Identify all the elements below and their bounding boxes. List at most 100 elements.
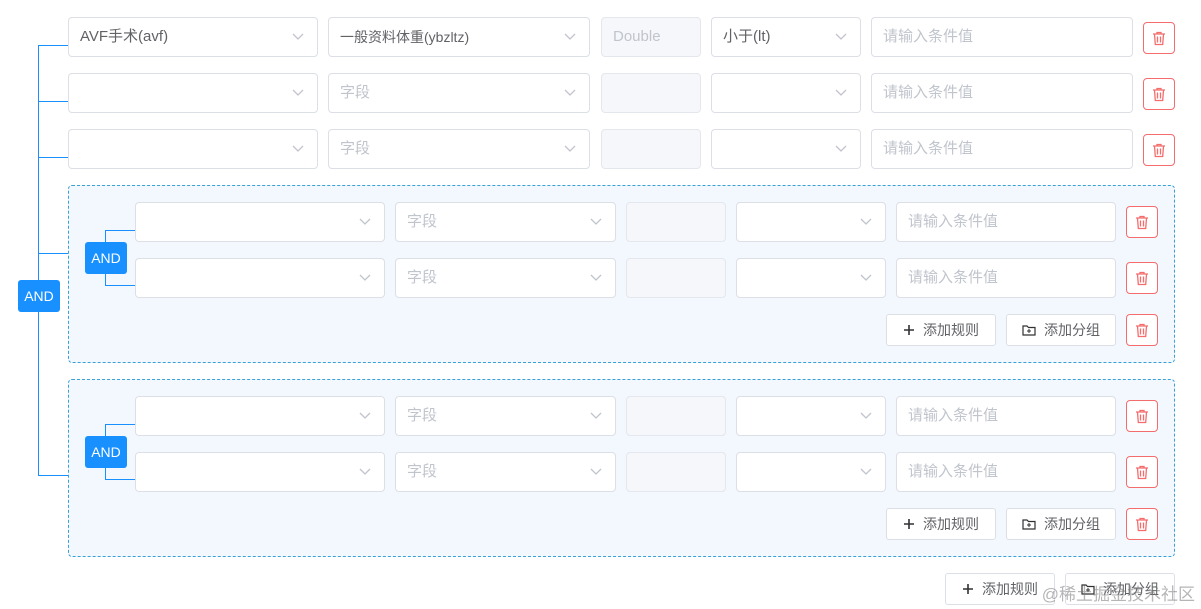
watermark: @稀土掘金技术社区 bbox=[1041, 585, 1195, 604]
trash-icon bbox=[1136, 517, 1148, 531]
row-3-operator-select[interactable] bbox=[711, 129, 861, 169]
row-2-delete-button[interactable] bbox=[1143, 78, 1175, 110]
chevron-down-icon bbox=[358, 203, 372, 241]
group-2-delete-button[interactable] bbox=[1126, 508, 1158, 540]
folder-icon bbox=[1022, 325, 1036, 336]
chevron-down-icon bbox=[589, 203, 603, 241]
group-2-add-group-label: 添加分组 bbox=[1044, 516, 1100, 532]
group-1-row-2-value-placeholder: 请输入条件值 bbox=[908, 269, 999, 286]
group-2-row-1-operator-select[interactable] bbox=[736, 396, 886, 436]
chevron-down-icon bbox=[589, 453, 603, 491]
row-3-field-select[interactable] bbox=[68, 129, 318, 169]
trash-icon bbox=[1136, 409, 1148, 423]
root-operator-button[interactable]: AND bbox=[18, 280, 60, 312]
group-2-row-1-field-select[interactable] bbox=[135, 396, 385, 436]
row-1-operator-select[interactable]: 小于(lt) bbox=[711, 17, 861, 57]
row-2-subfield-placeholder: 字段 bbox=[340, 84, 371, 101]
group-1-row-2-subfield-placeholder: 字段 bbox=[407, 269, 438, 286]
row-1-subfield-select[interactable]: 一般资料体重(ybzltz) bbox=[328, 17, 590, 57]
root-connector-row-3 bbox=[38, 157, 68, 158]
group-2-row-1-subfield-select[interactable]: 字段 bbox=[395, 396, 616, 436]
row-1-field-value: AVF手术(avf) bbox=[80, 28, 169, 45]
row-3-value-input[interactable]: 请输入条件值 bbox=[871, 129, 1133, 169]
row-2-type-display bbox=[601, 73, 701, 113]
row-1-field-select[interactable]: AVF手术(avf) bbox=[68, 17, 318, 57]
chevron-down-icon bbox=[834, 18, 848, 56]
plus-icon bbox=[963, 584, 973, 594]
group-1-row-2-type-display bbox=[626, 258, 726, 298]
group-2-row-2-subfield-select[interactable]: 字段 bbox=[395, 452, 616, 492]
group-1-add-group-label: 添加分组 bbox=[1044, 322, 1100, 338]
chevron-down-icon bbox=[358, 259, 372, 297]
group-2-add-group-button[interactable]: 添加分组 bbox=[1006, 508, 1116, 540]
root-connector-group-1 bbox=[38, 253, 68, 254]
group-2-row-1-type-display bbox=[626, 396, 726, 436]
group-2-row-1-subfield-placeholder: 字段 bbox=[407, 407, 438, 424]
root-connector-group-2 bbox=[38, 475, 68, 476]
group-2-operator-button[interactable]: AND bbox=[85, 436, 127, 468]
row-1-subfield-value: 一般资料体重(ybzltz) bbox=[340, 29, 470, 45]
group-1-row-2-field-select[interactable] bbox=[135, 258, 385, 298]
chevron-down-icon bbox=[589, 397, 603, 435]
group-2-row-2-subfield-placeholder: 字段 bbox=[407, 463, 438, 480]
chevron-down-icon bbox=[859, 453, 873, 491]
trash-icon bbox=[1153, 31, 1165, 45]
group-1-operator-button[interactable]: AND bbox=[85, 242, 127, 274]
chevron-down-icon bbox=[563, 130, 577, 168]
group-1-row-2-delete-button[interactable] bbox=[1126, 262, 1158, 294]
chevron-down-icon bbox=[563, 74, 577, 112]
group-1-add-group-button[interactable]: 添加分组 bbox=[1006, 314, 1116, 346]
chevron-down-icon bbox=[291, 18, 305, 56]
group-1-row-1-subfield-select[interactable]: 字段 bbox=[395, 202, 616, 242]
group-1-add-rule-label: 添加规则 bbox=[923, 322, 979, 338]
group-1-row-1-type-display bbox=[626, 202, 726, 242]
row-2-value-input[interactable]: 请输入条件值 bbox=[871, 73, 1133, 113]
group-2-add-rule-button[interactable]: 添加规则 bbox=[886, 508, 996, 540]
group-1-row-1-field-select[interactable] bbox=[135, 202, 385, 242]
chevron-down-icon bbox=[589, 259, 603, 297]
group-1-row-2-value-input[interactable]: 请输入条件值 bbox=[896, 258, 1116, 298]
root-connector-row-2 bbox=[38, 101, 68, 102]
row-1-type-display: Double bbox=[601, 17, 701, 57]
group-2-row-1-delete-button[interactable] bbox=[1126, 400, 1158, 432]
group-2-row-2-delete-button[interactable] bbox=[1126, 456, 1158, 488]
chevron-down-icon bbox=[358, 453, 372, 491]
row-3-subfield-select[interactable]: 字段 bbox=[328, 129, 590, 169]
row-1-value-placeholder: 请输入条件值 bbox=[883, 28, 974, 45]
group-2-row-1-value-input[interactable]: 请输入条件值 bbox=[896, 396, 1116, 436]
row-1-value-input[interactable]: 请输入条件值 bbox=[871, 17, 1133, 57]
row-2-field-select[interactable] bbox=[68, 73, 318, 113]
row-2-operator-select[interactable] bbox=[711, 73, 861, 113]
row-1-delete-button[interactable] bbox=[1143, 22, 1175, 54]
root-connector-row-1 bbox=[38, 45, 68, 46]
group-2-row-2-field-select[interactable] bbox=[135, 452, 385, 492]
group-1-row-1-value-input[interactable]: 请输入条件值 bbox=[896, 202, 1116, 242]
group-1-row-1-delete-button[interactable] bbox=[1126, 206, 1158, 238]
chevron-down-icon bbox=[834, 74, 848, 112]
group-1-add-rule-button[interactable]: 添加规则 bbox=[886, 314, 996, 346]
group-1-row-2-operator-select[interactable] bbox=[736, 258, 886, 298]
trash-icon bbox=[1136, 271, 1148, 285]
chevron-down-icon bbox=[291, 130, 305, 168]
root-connector-vertical bbox=[38, 45, 39, 475]
row-3-delete-button[interactable] bbox=[1143, 134, 1175, 166]
trash-icon bbox=[1153, 143, 1165, 157]
chevron-down-icon bbox=[291, 74, 305, 112]
group-1-row-1-value-placeholder: 请输入条件值 bbox=[908, 213, 999, 230]
chevron-down-icon bbox=[834, 130, 848, 168]
chevron-down-icon bbox=[358, 397, 372, 435]
row-2-subfield-select[interactable]: 字段 bbox=[328, 73, 590, 113]
plus-icon bbox=[904, 325, 914, 335]
chevron-down-icon bbox=[563, 18, 577, 56]
group-2-add-rule-label: 添加规则 bbox=[923, 516, 979, 532]
group-1-row-1-subfield-placeholder: 字段 bbox=[407, 213, 438, 230]
group-1-row-2-subfield-select[interactable]: 字段 bbox=[395, 258, 616, 298]
root-add-rule-label: 添加规则 bbox=[982, 581, 1038, 597]
folder-icon bbox=[1022, 519, 1036, 530]
group-2-row-2-operator-select[interactable] bbox=[736, 452, 886, 492]
root-add-rule-button[interactable]: 添加规则 bbox=[945, 573, 1055, 605]
trash-icon bbox=[1153, 87, 1165, 101]
group-1-row-1-operator-select[interactable] bbox=[736, 202, 886, 242]
group-1-delete-button[interactable] bbox=[1126, 314, 1158, 346]
group-2-row-2-value-input[interactable]: 请输入条件值 bbox=[896, 452, 1116, 492]
